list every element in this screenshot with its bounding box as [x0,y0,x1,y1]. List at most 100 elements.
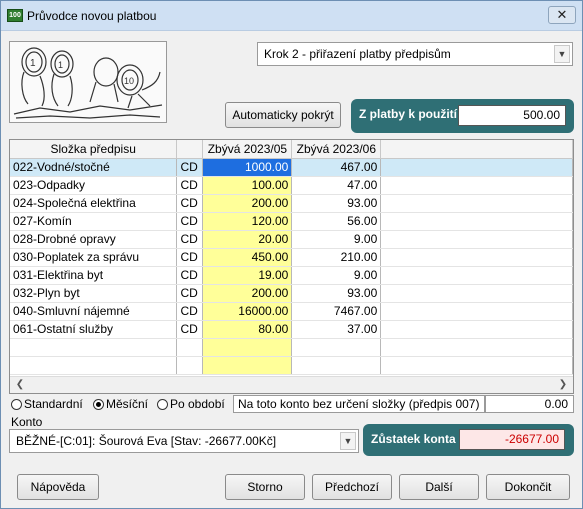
table-row[interactable]: 028-Drobné opravy CD 20.00 9.00 [10,230,573,249]
component-cell [10,338,178,357]
remaining-2023-05-cell[interactable]: 19.00 [202,266,293,285]
table-row[interactable]: 030-Poplatek za správu CD 450.00 210.00 [10,248,573,267]
auto-cover-button[interactable]: Automaticky pokrýt [225,102,341,128]
next-button[interactable]: Další [399,474,479,500]
table-row[interactable]: 032-Plyn byt CD 200.00 93.00 [10,284,573,303]
table-row[interactable]: 040-Smluvní nájemné CD 16000.00 7467.00 [10,302,573,321]
filler-cell [380,302,573,321]
code-cell [176,356,204,375]
radio-mesicni[interactable]: Měsíční [93,397,148,411]
remaining-2023-06-cell: 93.00 [291,284,382,303]
svg-text:10: 10 [124,76,134,86]
close-button[interactable]: ✕ [548,6,576,24]
remaining-2023-05-cell[interactable]: 200.00 [202,284,293,303]
payment-to-use-panel: Z platby k použití 500.00 [351,99,574,133]
col-header-remaining-2023-05[interactable]: Zbývá 2023/05 [202,140,293,159]
account-balance-field: -26677.00 [459,429,565,450]
filler-cell [380,158,573,177]
payment-to-use-label: Z platby k použití [359,107,457,121]
table-row[interactable] [10,338,573,357]
title-bar: 100 Průvodce novou platbou ✕ [1,1,582,31]
code-cell [176,338,204,357]
filler-cell [380,266,573,285]
filler-cell [380,338,573,357]
cancel-button[interactable]: Storno [225,474,305,500]
account-balance-panel: Zůstatek konta -26677.00 [363,424,574,456]
remaining-2023-05-cell[interactable] [202,356,293,375]
radio-standardni-label: Standardní [24,397,83,411]
step-dropdown[interactable]: Krok 2 - přiřazení platby předpisům ▼ [257,42,573,66]
code-cell: CD [176,194,204,213]
col-header-filler [380,140,573,159]
remaining-2023-05-cell[interactable]: 20.00 [202,230,293,249]
remaining-2023-06-cell: 7467.00 [291,302,382,321]
radio-po-obdobi-circle[interactable] [157,399,168,410]
coins-illustration: 1 1 10 [9,41,167,123]
table-row[interactable]: 023-Odpadky CD 100.00 47.00 [10,176,573,195]
horizontal-scrollbar[interactable]: ❮ ❯ [10,376,573,393]
table-row[interactable]: 061-Ostatní služby CD 80.00 37.00 [10,320,573,339]
component-cell: 061-Ostatní služby [10,320,178,339]
chevron-down-icon[interactable]: ▼ [554,45,570,63]
col-header-code[interactable] [176,140,204,159]
finish-button[interactable]: Dokončit [486,474,570,500]
filler-cell [380,230,573,249]
radio-po-obdobi[interactable]: Po období [157,397,225,411]
step-dropdown-value: Krok 2 - přiřazení platby předpisům [264,47,451,61]
help-button[interactable]: Nápověda [17,474,99,500]
table-row[interactable]: 031-Elektřina byt CD 19.00 9.00 [10,266,573,285]
filler-cell [380,248,573,267]
remaining-2023-06-cell: 93.00 [291,194,382,213]
chevron-down-icon[interactable]: ▼ [340,432,356,450]
component-cell [10,356,178,375]
konto-label: Konto [11,415,43,429]
remaining-2023-05-cell[interactable]: 450.00 [202,248,293,267]
filler-cell [380,212,573,231]
component-cell: 030-Poplatek za správu [10,248,178,267]
remaining-2023-06-cell: 210.00 [291,248,382,267]
remaining-2023-06-cell: 47.00 [291,176,382,195]
radio-mesicni-circle[interactable] [93,399,104,410]
table-row[interactable]: 022-Vodné/stočné CD 1000.00 467.00 [10,158,573,177]
remaining-2023-05-cell[interactable]: 120.00 [202,212,293,231]
code-cell: CD [176,248,204,267]
scroll-right-icon[interactable]: ❯ [555,378,571,393]
code-cell: CD [176,302,204,321]
table-row[interactable]: 024-Společná elektřina CD 200.00 93.00 [10,194,573,213]
radio-standardni[interactable]: Standardní [11,397,83,411]
code-cell: CD [176,176,204,195]
previous-button[interactable]: Předchozí [312,474,392,500]
filler-cell [380,356,573,375]
component-cell: 028-Drobné opravy [10,230,178,249]
code-cell: CD [176,230,204,249]
remaining-2023-05-cell[interactable]: 16000.00 [202,302,293,321]
radio-standardni-circle[interactable] [11,399,22,410]
remaining-2023-05-cell[interactable]: 200.00 [202,194,293,213]
col-header-component[interactable]: Složka předpisu [10,140,178,159]
remaining-2023-06-cell: 9.00 [291,230,382,249]
filler-cell [380,176,573,195]
filler-cell [380,194,573,213]
col-header-remaining-2023-06[interactable]: Zbývá 2023/06 [291,140,382,159]
radio-po-obdobi-label: Po období [170,397,225,411]
table-row[interactable] [10,356,573,375]
remaining-2023-06-cell: 467.00 [291,158,382,177]
payment-wizard-window: 100 Průvodce novou platbou ✕ 1 1 10 Krok… [0,0,583,509]
konto-dropdown-value: BĚŽNÉ-[C:01]: Šourová Eva [Stav: -26677.… [16,434,277,448]
remaining-2023-05-cell[interactable]: 80.00 [202,320,293,339]
payment-to-use-field[interactable]: 500.00 [458,105,566,126]
remaining-2023-06-cell [291,356,382,375]
noncategorized-value-field[interactable]: 0.00 [485,395,574,413]
component-cell: 032-Plyn byt [10,284,178,303]
code-cell: CD [176,158,204,177]
component-cell: 027-Komín [10,212,178,231]
konto-dropdown[interactable]: BĚŽNÉ-[C:01]: Šourová Eva [Stav: -26677.… [9,429,359,453]
remaining-2023-05-cell[interactable]: 100.00 [202,176,293,195]
remaining-2023-05-cell[interactable]: 1000.00 [202,158,293,177]
account-balance-label: Zůstatek konta [371,432,456,446]
code-cell: CD [176,212,204,231]
remaining-2023-05-cell[interactable] [202,338,293,357]
table-row[interactable]: 027-Komín CD 120.00 56.00 [10,212,573,231]
scroll-left-icon[interactable]: ❮ [12,378,28,393]
prescription-grid: Složka předpisu Zbývá 2023/05 Zbývá 2023… [9,139,574,394]
